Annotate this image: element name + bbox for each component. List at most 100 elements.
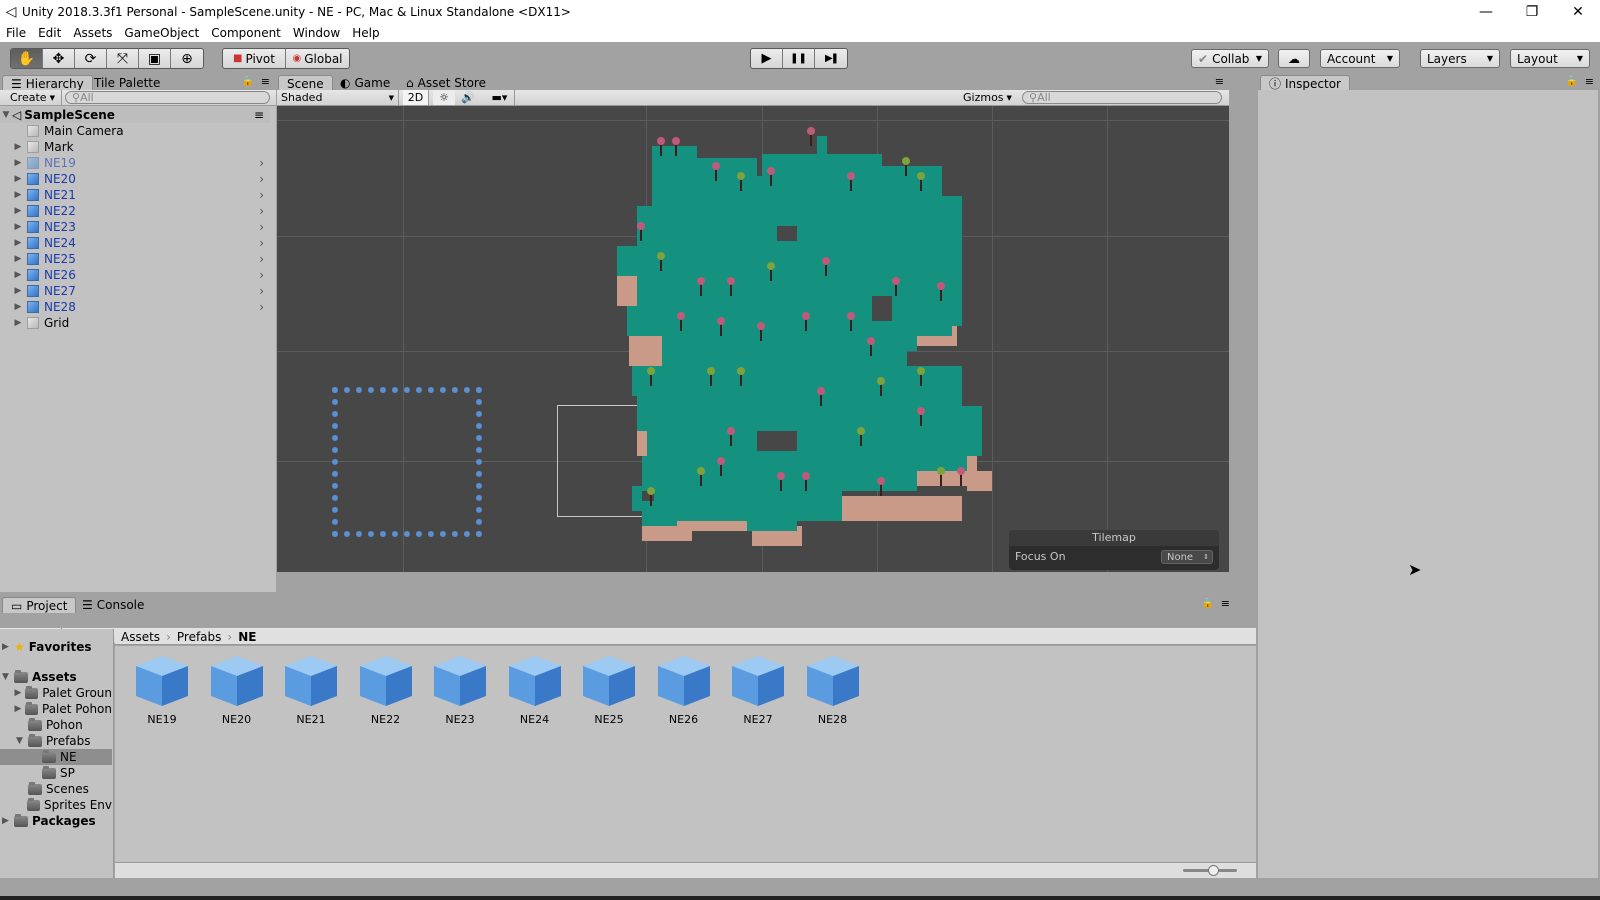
- lock-icon[interactable]: 🔒: [1202, 598, 1214, 609]
- tab-game[interactable]: ◐ Game: [332, 75, 398, 91]
- chevron-right-icon[interactable]: ›: [259, 204, 264, 218]
- hand-tool-icon[interactable]: ✋: [11, 49, 43, 68]
- close-button[interactable]: ✕: [1555, 0, 1600, 24]
- folder-tree-item[interactable]: Scenes: [0, 781, 112, 797]
- expand-icon[interactable]: ▶: [15, 688, 26, 698]
- scene-menu-icon[interactable]: ≡: [254, 108, 264, 122]
- hierarchy-item[interactable]: ▶ NE25 ›: [0, 251, 270, 267]
- expand-right-icon[interactable]: ▶: [12, 142, 24, 152]
- expand-icon[interactable]: ▼: [16, 736, 28, 746]
- panel-menu-icon[interactable]: ≡: [1585, 75, 1594, 88]
- icon-size-slider-thumb[interactable]: [1207, 865, 1219, 876]
- asset-item[interactable]: NE22: [356, 652, 416, 726]
- mark-tile-outline[interactable]: [332, 387, 482, 537]
- hierarchy-item[interactable]: ▶ NE19 ›: [0, 155, 270, 171]
- chevron-right-icon[interactable]: ›: [259, 188, 264, 202]
- lighting-toggle-icon[interactable]: ☼: [433, 90, 455, 105]
- menu-help[interactable]: Help: [346, 26, 385, 40]
- lock-icon[interactable]: 🔒: [1566, 76, 1578, 87]
- pivot-toggle[interactable]: ■ Pivot: [223, 49, 287, 68]
- shading-mode-dropdown[interactable]: Shaded ▼: [281, 90, 399, 105]
- hierarchy-item[interactable]: ▶ NE24 ›: [0, 235, 270, 251]
- folder-tree-item[interactable]: ▼ Assets: [0, 669, 112, 685]
- hierarchy-item[interactable]: ▶ Mark: [0, 139, 270, 155]
- account-dropdown[interactable]: Account ▼: [1320, 49, 1400, 68]
- transform-tool-icon[interactable]: ⊕: [171, 49, 203, 68]
- panel-menu-icon[interactable]: ≡: [1215, 75, 1224, 88]
- expand-right-icon[interactable]: ▶: [12, 206, 24, 216]
- hierarchy-item[interactable]: Main Camera: [0, 123, 270, 139]
- folder-tree-item[interactable]: ▶ Palet Groun: [0, 685, 112, 701]
- layout-dropdown[interactable]: Layout ▼: [1510, 49, 1590, 68]
- hierarchy-item[interactable]: ▶ NE20 ›: [0, 171, 270, 187]
- chevron-right-icon[interactable]: ›: [259, 156, 264, 170]
- play-button[interactable]: ▶: [751, 49, 783, 68]
- folder-tree-item[interactable]: Sprites Env: [0, 797, 112, 813]
- hierarchy-item[interactable]: ▶ NE21 ›: [0, 187, 270, 203]
- folder-tree-item[interactable]: ▶ ★ Favorites: [0, 639, 112, 655]
- step-button[interactable]: ▶❚: [815, 49, 847, 68]
- tab-inspector[interactable]: ⓘ Inspector: [1260, 75, 1350, 91]
- tab-tile-palette[interactable]: Tile Palette: [86, 75, 168, 91]
- asset-item[interactable]: NE20: [207, 652, 267, 726]
- chevron-right-icon[interactable]: ›: [259, 300, 264, 314]
- hierarchy-item[interactable]: ▶ NE28 ›: [0, 299, 270, 315]
- menu-component[interactable]: Component: [205, 26, 287, 40]
- expand-right-icon[interactable]: ▶: [12, 174, 24, 184]
- asset-item[interactable]: NE24: [505, 652, 565, 726]
- folder-tree-item[interactable]: Pohon: [0, 717, 112, 733]
- folder-tree-item[interactable]: SP: [0, 765, 112, 781]
- scene-viewport[interactable]: Tilemap Focus On None ⇕: [277, 106, 1229, 572]
- chevron-right-icon[interactable]: ›: [259, 284, 264, 298]
- expand-right-icon[interactable]: ▶: [12, 190, 24, 200]
- chevron-right-icon[interactable]: ›: [259, 172, 264, 186]
- chevron-right-icon[interactable]: ›: [259, 236, 264, 250]
- breadcrumb-prefabs[interactable]: Prefabs: [177, 630, 222, 644]
- pause-button[interactable]: ❚❚: [783, 49, 815, 68]
- breadcrumb-ne[interactable]: NE: [238, 630, 256, 644]
- expand-right-icon[interactable]: ▶: [12, 238, 24, 248]
- move-tool-icon[interactable]: ✥: [43, 49, 75, 68]
- chevron-right-icon[interactable]: ›: [259, 268, 264, 282]
- tab-asset-store[interactable]: ⌂ Asset Store: [398, 75, 494, 91]
- breadcrumb-assets[interactable]: Assets: [121, 630, 160, 644]
- asset-item[interactable]: NE19: [132, 652, 192, 726]
- focus-on-dropdown[interactable]: None ⇕: [1161, 550, 1213, 564]
- tab-project[interactable]: ▭ Project: [2, 597, 77, 613]
- hierarchy-search-input[interactable]: ⚲ All: [65, 91, 270, 104]
- folder-tree-item[interactable]: ▶ Packages: [0, 813, 112, 829]
- 2d-toggle[interactable]: 2D: [403, 90, 429, 105]
- folder-tree-item[interactable]: NE: [0, 749, 112, 765]
- hierarchy-item[interactable]: ▶ NE22 ›: [0, 203, 270, 219]
- expand-icon[interactable]: ▶: [2, 642, 14, 652]
- restore-button[interactable]: ❐: [1509, 0, 1555, 24]
- hierarchy-item[interactable]: ▶ NE23 ›: [0, 219, 270, 235]
- tab-hierarchy[interactable]: ☰ Hierarchy: [2, 75, 93, 91]
- scene-search-input[interactable]: ⚲ All: [1022, 91, 1222, 104]
- expand-icon[interactable]: ▼: [2, 672, 14, 682]
- expand-right-icon[interactable]: ▶: [12, 270, 24, 280]
- rect-tool-icon[interactable]: ▣: [139, 49, 171, 68]
- menu-edit[interactable]: Edit: [32, 26, 67, 40]
- asset-item[interactable]: NE21: [281, 652, 341, 726]
- collab-button[interactable]: ✔ Collab ▼: [1191, 49, 1269, 68]
- audio-toggle-icon[interactable]: 🔊: [457, 90, 479, 105]
- layers-dropdown[interactable]: Layers ▼: [1420, 49, 1500, 68]
- asset-item[interactable]: NE23: [430, 652, 490, 726]
- expand-icon[interactable]: ▶: [2, 816, 14, 826]
- expand-icon[interactable]: ▶: [14, 704, 25, 714]
- panel-menu-icon[interactable]: ≡: [1221, 597, 1230, 610]
- lock-icon[interactable]: 🔒: [242, 76, 254, 87]
- folder-tree-item[interactable]: ▼ Prefabs: [0, 733, 112, 749]
- tab-scene[interactable]: Scene: [278, 75, 333, 91]
- cloud-button[interactable]: ☁: [1278, 49, 1310, 68]
- panel-menu-icon[interactable]: ≡: [261, 75, 270, 88]
- chevron-right-icon[interactable]: ›: [259, 220, 264, 234]
- hierarchy-item[interactable]: ▶ Grid: [0, 315, 270, 331]
- minimize-button[interactable]: —: [1463, 0, 1509, 24]
- rotate-tool-icon[interactable]: ⟳: [75, 49, 107, 68]
- gizmos-dropdown[interactable]: Gizmos ▼: [963, 90, 1012, 105]
- scene-root-row[interactable]: ▼ ◁ SampleScene ≡: [0, 107, 270, 123]
- tab-console[interactable]: ☰ Console: [74, 597, 152, 613]
- asset-item[interactable]: NE28: [803, 652, 863, 726]
